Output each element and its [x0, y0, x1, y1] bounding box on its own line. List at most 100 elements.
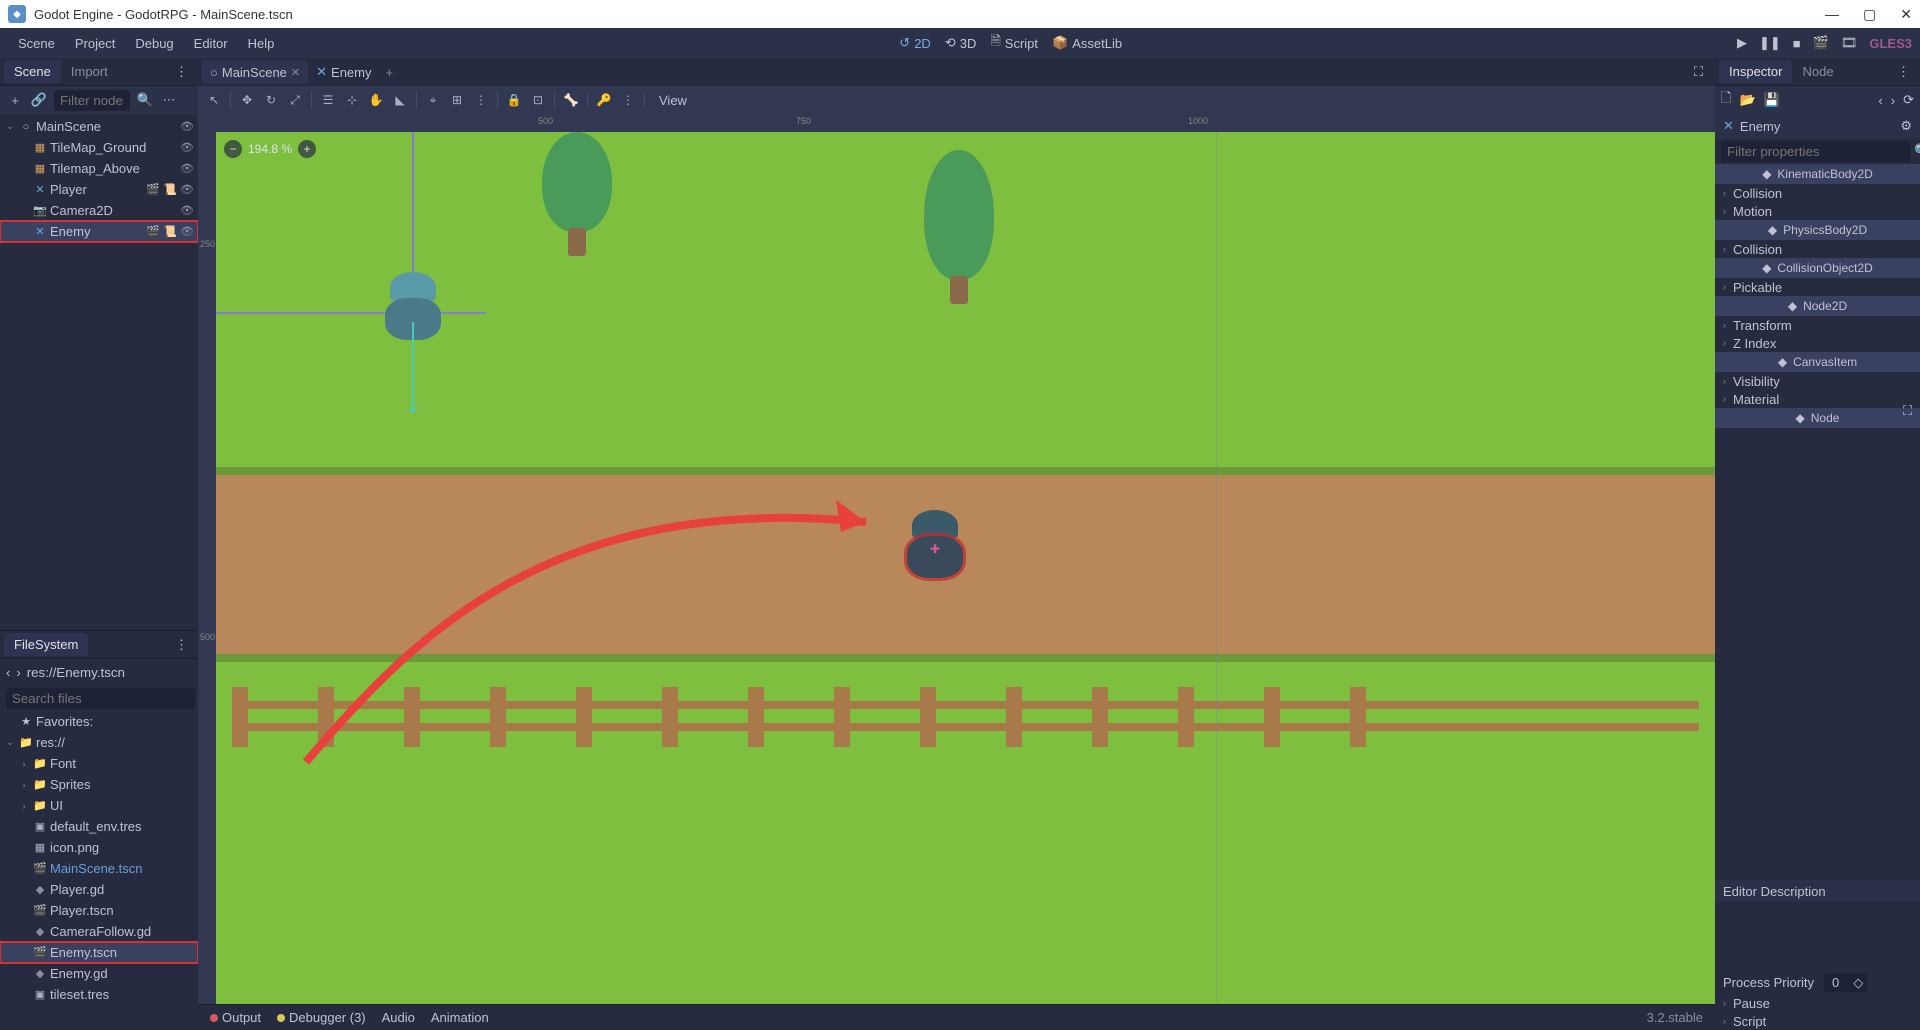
select-tool-icon[interactable]: ↖ — [204, 91, 224, 109]
scene-node-mainscene[interactable]: ⌄○MainScene👁 — [0, 116, 198, 137]
menu-editor[interactable]: Editor — [184, 36, 238, 51]
scene-tab-mainscene[interactable]: ○MainScene✕ — [202, 60, 308, 84]
bottom-debugger-button[interactable]: Debugger (3) — [277, 1010, 366, 1025]
link-button[interactable]: 🔗 — [30, 91, 48, 109]
scene-node-tilemap-above[interactable]: ▦Tilemap_Above👁 — [0, 158, 198, 179]
bottom-animation-button[interactable]: Animation — [431, 1010, 489, 1025]
scale-tool-icon[interactable]: ⤢ — [285, 91, 305, 109]
inspector-script-row[interactable]: ›Script — [1715, 1012, 1920, 1030]
mode-assetlib-button[interactable]: 📦 AssetLib — [1052, 35, 1122, 51]
fs-path-input[interactable] — [27, 665, 204, 680]
film-icon[interactable]: 🎬 — [146, 225, 160, 239]
inspector-row-collision[interactable]: ›Collision — [1715, 240, 1920, 258]
fs-search-input[interactable] — [6, 688, 195, 709]
gizmo-x-axis[interactable] — [216, 312, 486, 314]
fs-panel-menu-icon[interactable]: ⋮ — [169, 637, 194, 653]
group-tool-icon[interactable]: ⊡ — [528, 91, 548, 109]
fs-item-player-gd[interactable]: ◆Player.gd — [0, 879, 198, 900]
visibility-icon[interactable]: 👁 — [180, 120, 194, 134]
fs-item-mainscene-tscn[interactable]: 🎬MainScene.tscn — [0, 858, 198, 879]
fs-item-font[interactable]: ›📁Font — [0, 753, 198, 774]
anim-menu-icon[interactable]: ⋮ — [618, 91, 638, 109]
snap2-tool-icon[interactable]: ⊞ — [447, 91, 467, 109]
scene-filter-input[interactable] — [54, 90, 130, 111]
add-node-button[interactable]: + — [6, 91, 24, 109]
renderer-dropdown[interactable]: GLES3 — [1869, 36, 1912, 51]
fs-item-tileset-tres[interactable]: ▣tileset.tres — [0, 984, 198, 1005]
scene-node-camera2d[interactable]: 📷Camera2D👁 — [0, 200, 198, 221]
film-icon[interactable]: 🎬 — [146, 183, 160, 197]
fs-item-player-tscn[interactable]: 🎬Player.tscn — [0, 900, 198, 921]
enemy-sprite[interactable] — [906, 510, 964, 580]
inspector-filter-input[interactable] — [1721, 141, 1910, 162]
fs-item-enemy-tscn[interactable]: 🎬Enemy.tscn — [0, 942, 198, 963]
menu-help[interactable]: Help — [238, 36, 285, 51]
fs-item-res---[interactable]: ⌄📁res:// — [0, 732, 198, 753]
editor-description-header[interactable]: Editor Description — [1715, 880, 1920, 902]
tab-import[interactable]: Import — [61, 60, 118, 83]
visibility-icon[interactable]: 👁 — [180, 204, 194, 218]
fs-fwd-button[interactable]: › — [16, 665, 20, 680]
fs-item-ui[interactable]: ›📁UI — [0, 795, 198, 816]
ins-refresh-icon[interactable]: ⟳ — [1903, 92, 1914, 108]
viewport-2d[interactable]: − 194.8 % + — [216, 132, 1715, 1004]
mode-2d-button[interactable]: ↺ 2D — [899, 35, 931, 51]
bottom-output-button[interactable]: Output — [210, 1010, 261, 1025]
inspector-row-material[interactable]: ›Material — [1715, 390, 1920, 408]
inspector-row-collision[interactable]: ›Collision — [1715, 184, 1920, 202]
menu-debug[interactable]: Debug — [125, 36, 183, 51]
inspector-row-z-index[interactable]: ›Z Index — [1715, 334, 1920, 352]
play-custom-button[interactable]: 🎞 — [1841, 35, 1858, 51]
fs-item-sprites[interactable]: ›📁Sprites — [0, 774, 198, 795]
inspector-row-transform[interactable]: ›Transform — [1715, 316, 1920, 334]
tab-filesystem[interactable]: FileSystem — [4, 633, 88, 656]
ruler-tool-icon[interactable]: ⊹ — [342, 91, 362, 109]
inspector-panel-menu-icon[interactable]: ⋮ — [1891, 64, 1916, 80]
scene-node-tilemap-ground[interactable]: ▦TileMap_Ground👁 — [0, 137, 198, 158]
add-scene-tab-button[interactable]: + — [386, 65, 394, 80]
script-icon[interactable]: 📜 — [163, 225, 177, 239]
close-button[interactable]: ✕ — [1900, 6, 1912, 23]
fs-favorites[interactable]: ★ Favorites: — [0, 711, 198, 732]
fs-item-icon-png[interactable]: ▦icon.png — [0, 837, 198, 858]
menu-project[interactable]: Project — [65, 36, 125, 51]
ins-settings-icon[interactable]: ⚙ — [1900, 118, 1912, 134]
visibility-icon[interactable]: 👁 — [180, 183, 194, 197]
tab-node[interactable]: Node — [1792, 60, 1843, 83]
bottom-audio-button[interactable]: Audio — [382, 1010, 415, 1025]
move-tool-icon[interactable]: ✥ — [237, 91, 257, 109]
maximize-button[interactable]: ▢ — [1863, 6, 1876, 23]
fs-item-camerafollow-gd[interactable]: ◆CameraFollow.gd — [0, 921, 198, 942]
rotate-tool-icon[interactable]: ↻ — [261, 91, 281, 109]
inspector-pause-row[interactable]: ›Pause — [1715, 994, 1920, 1012]
visibility-icon[interactable]: 👁 — [180, 162, 194, 176]
ins-load-icon[interactable]: 📂 — [1739, 92, 1755, 108]
bone-tool-icon[interactable]: 🦴 — [561, 91, 581, 109]
script-icon[interactable]: 📜 — [163, 183, 177, 197]
fs-back-button[interactable]: ‹ — [6, 665, 10, 680]
close-tab-icon[interactable]: ✕ — [291, 66, 300, 79]
mode-3d-button[interactable]: ⟲ 3D — [945, 35, 977, 51]
snap-tool-icon[interactable]: ⌖ — [423, 91, 443, 109]
view-menu-button[interactable]: View — [651, 93, 695, 108]
zoom-out-button[interactable]: − — [224, 140, 242, 158]
right-distraction-free-button[interactable]: ⛶ — [1903, 403, 1912, 419]
menu-scene[interactable]: Scene — [8, 36, 65, 51]
play-scene-button[interactable]: 🎬 — [1813, 35, 1829, 51]
zoom-in-button[interactable]: + — [298, 140, 316, 158]
inspector-row-visibility[interactable]: ›Visibility — [1715, 372, 1920, 390]
mode-script-button[interactable]: 🗎 Script — [990, 32, 1038, 54]
visibility-icon[interactable]: 👁 — [180, 225, 194, 239]
minimize-button[interactable]: — — [1825, 6, 1839, 23]
ins-back-button[interactable]: ‹ — [1878, 93, 1882, 108]
visibility-icon[interactable]: 👁 — [180, 141, 194, 155]
pan-tool-icon[interactable]: ✋ — [366, 91, 386, 109]
inspector-row-pickable[interactable]: ›Pickable — [1715, 278, 1920, 296]
fs-item-enemy-gd[interactable]: ◆Enemy.gd — [0, 963, 198, 984]
play-button[interactable]: ▶ — [1737, 35, 1747, 51]
scene-extra-icon[interactable]: ⋯ — [160, 91, 178, 109]
tab-inspector[interactable]: Inspector — [1719, 60, 1792, 83]
list-tool-icon[interactable]: ☰ — [318, 91, 338, 109]
scene-node-player[interactable]: ✕Player🎬📜👁 — [0, 179, 198, 200]
scene-panel-menu-icon[interactable]: ⋮ — [169, 64, 194, 80]
